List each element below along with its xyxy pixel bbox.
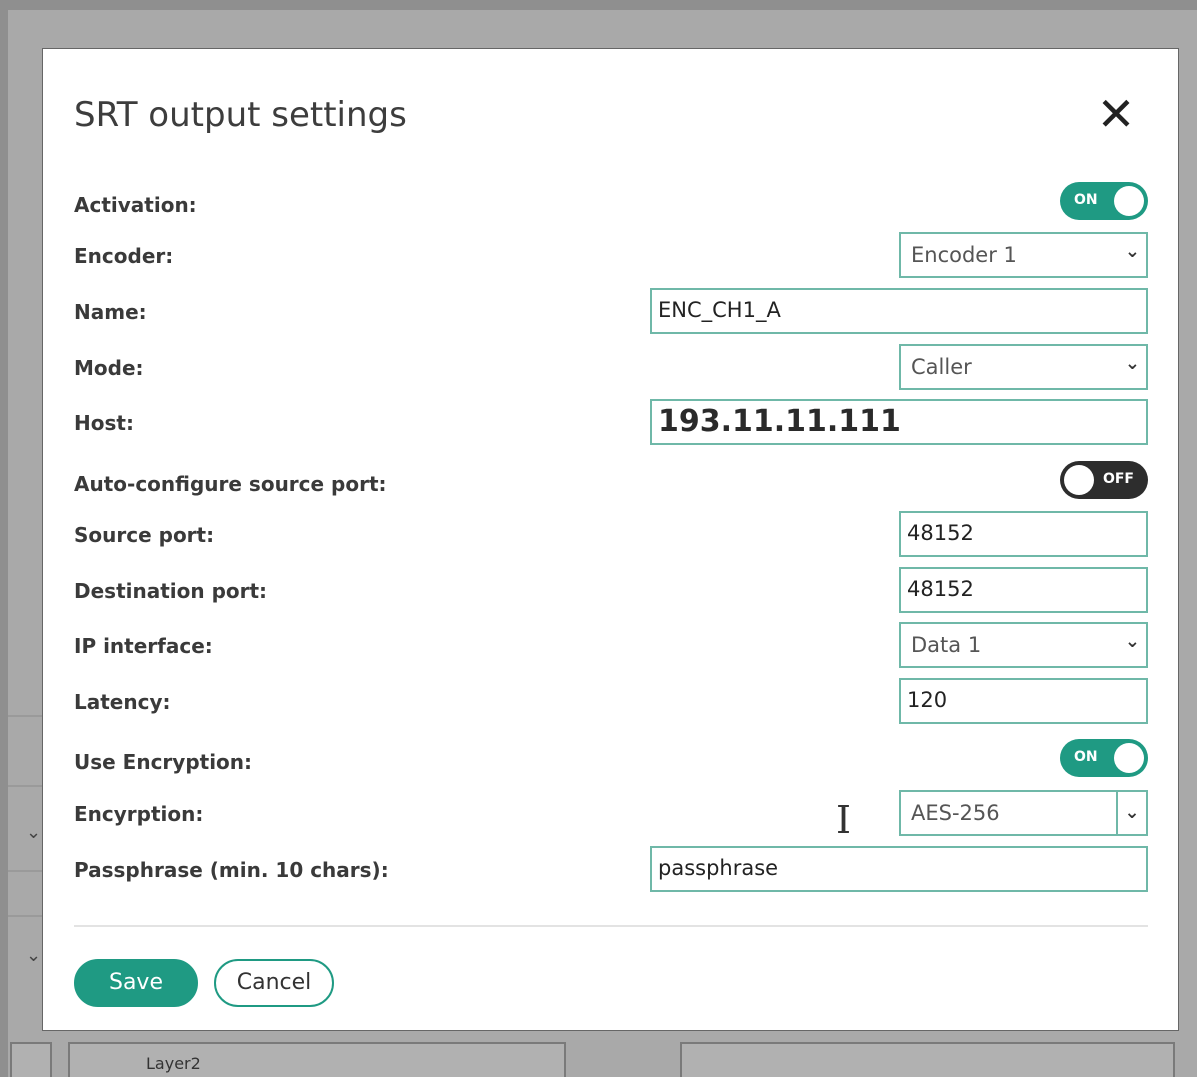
background-divider <box>8 870 42 872</box>
mode-row: Mode: Caller ⌄ <box>74 344 1148 390</box>
auto-source-port-row: Auto-configure source port: OFF <box>74 460 1148 506</box>
footer-divider <box>74 925 1148 927</box>
chevron-down-icon: ⌄ <box>26 822 42 843</box>
ip-interface-select[interactable]: Data 1 ⌄ <box>899 622 1148 668</box>
background-panel <box>10 1042 52 1077</box>
destination-port-row: Destination port: 48152 <box>74 567 1148 613</box>
activation-row: Activation: ON <box>74 181 1148 227</box>
dialog-title: SRT output settings <box>74 95 407 135</box>
encryption-label: Encyrption: <box>74 802 204 826</box>
ip-interface-row: IP interface: Data 1 ⌄ <box>74 622 1148 668</box>
use-encryption-toggle[interactable]: ON <box>1060 739 1148 777</box>
toggle-state: OFF <box>1102 471 1134 487</box>
background-divider <box>8 915 42 917</box>
encoder-select[interactable]: Encoder 1 ⌄ <box>899 232 1148 278</box>
activation-toggle[interactable]: ON <box>1060 182 1148 220</box>
text-cursor-icon: I <box>836 798 852 842</box>
mode-label: Mode: <box>74 356 144 380</box>
toggle-state: ON <box>1074 192 1098 208</box>
toggle-knob <box>1114 186 1144 216</box>
layer-name: Layer2 <box>146 1054 201 1073</box>
chevron-down-icon: ⌄ <box>1124 241 1140 262</box>
latency-input[interactable]: 120 <box>899 678 1148 724</box>
passphrase-label: Passphrase (min. 10 chars): <box>74 858 389 882</box>
destination-port-input[interactable]: 48152 <box>899 567 1148 613</box>
cancel-button[interactable]: Cancel <box>214 959 334 1007</box>
background-panel <box>680 1042 1175 1077</box>
toggle-knob <box>1064 465 1094 495</box>
mode-select[interactable]: Caller ⌄ <box>899 344 1148 390</box>
chevron-down-icon: ⌄ <box>1124 631 1140 652</box>
encoder-label: Encoder: <box>74 244 174 268</box>
background-divider <box>8 715 42 717</box>
passphrase-input[interactable]: passphrase <box>650 846 1148 892</box>
mode-value: Caller <box>911 355 972 379</box>
source-port-input[interactable]: 48152 <box>899 511 1148 557</box>
passphrase-row: Passphrase (min. 10 chars): passphrase <box>74 846 1148 892</box>
host-row: Host: 193.11.11.111 <box>74 399 1148 445</box>
ip-interface-value: Data 1 <box>911 633 982 657</box>
destination-port-label: Destination port: <box>74 579 268 603</box>
encryption-value: AES-256 <box>911 801 1000 825</box>
name-input[interactable]: ENC_CH1_A <box>650 288 1148 334</box>
auto-source-port-label: Auto-configure source port: <box>74 472 387 496</box>
source-port-label: Source port: <box>74 523 215 547</box>
background-divider <box>8 785 42 787</box>
srt-output-settings-dialog: SRT output settings ✕ Activation: ON Enc… <box>42 48 1179 1031</box>
toggle-state: ON <box>1074 749 1098 765</box>
encoder-row: Encoder: Encoder 1 ⌄ <box>74 232 1148 278</box>
chevron-down-icon: ⌄ <box>1124 353 1140 374</box>
name-label: Name: <box>74 300 147 324</box>
toggle-knob <box>1114 743 1144 773</box>
background-layer-card: Layer2 <box>68 1042 566 1077</box>
close-icon[interactable]: ✕ <box>1093 91 1139 139</box>
chevron-down-icon: ⌄ <box>1116 792 1146 834</box>
ip-interface-label: IP interface: <box>74 634 213 658</box>
source-port-row: Source port: 48152 <box>74 511 1148 557</box>
use-encryption-row: Use Encryption: ON <box>74 738 1148 784</box>
chevron-down-icon: ⌄ <box>26 945 42 966</box>
name-row: Name: ENC_CH1_A <box>74 288 1148 334</box>
activation-label: Activation: <box>74 193 197 217</box>
encoder-value: Encoder 1 <box>911 243 1017 267</box>
save-button[interactable]: Save <box>74 959 198 1007</box>
latency-label: Latency: <box>74 690 171 714</box>
use-encryption-label: Use Encryption: <box>74 750 253 774</box>
encryption-select[interactable]: AES-256 ⌄ <box>899 790 1148 836</box>
latency-row: Latency: 120 <box>74 678 1148 724</box>
host-input[interactable]: 193.11.11.111 <box>650 399 1148 445</box>
encryption-row: Encyrption: AES-256 ⌄ <box>74 790 1148 836</box>
host-label: Host: <box>74 411 134 435</box>
auto-source-port-toggle[interactable]: OFF <box>1060 461 1148 499</box>
